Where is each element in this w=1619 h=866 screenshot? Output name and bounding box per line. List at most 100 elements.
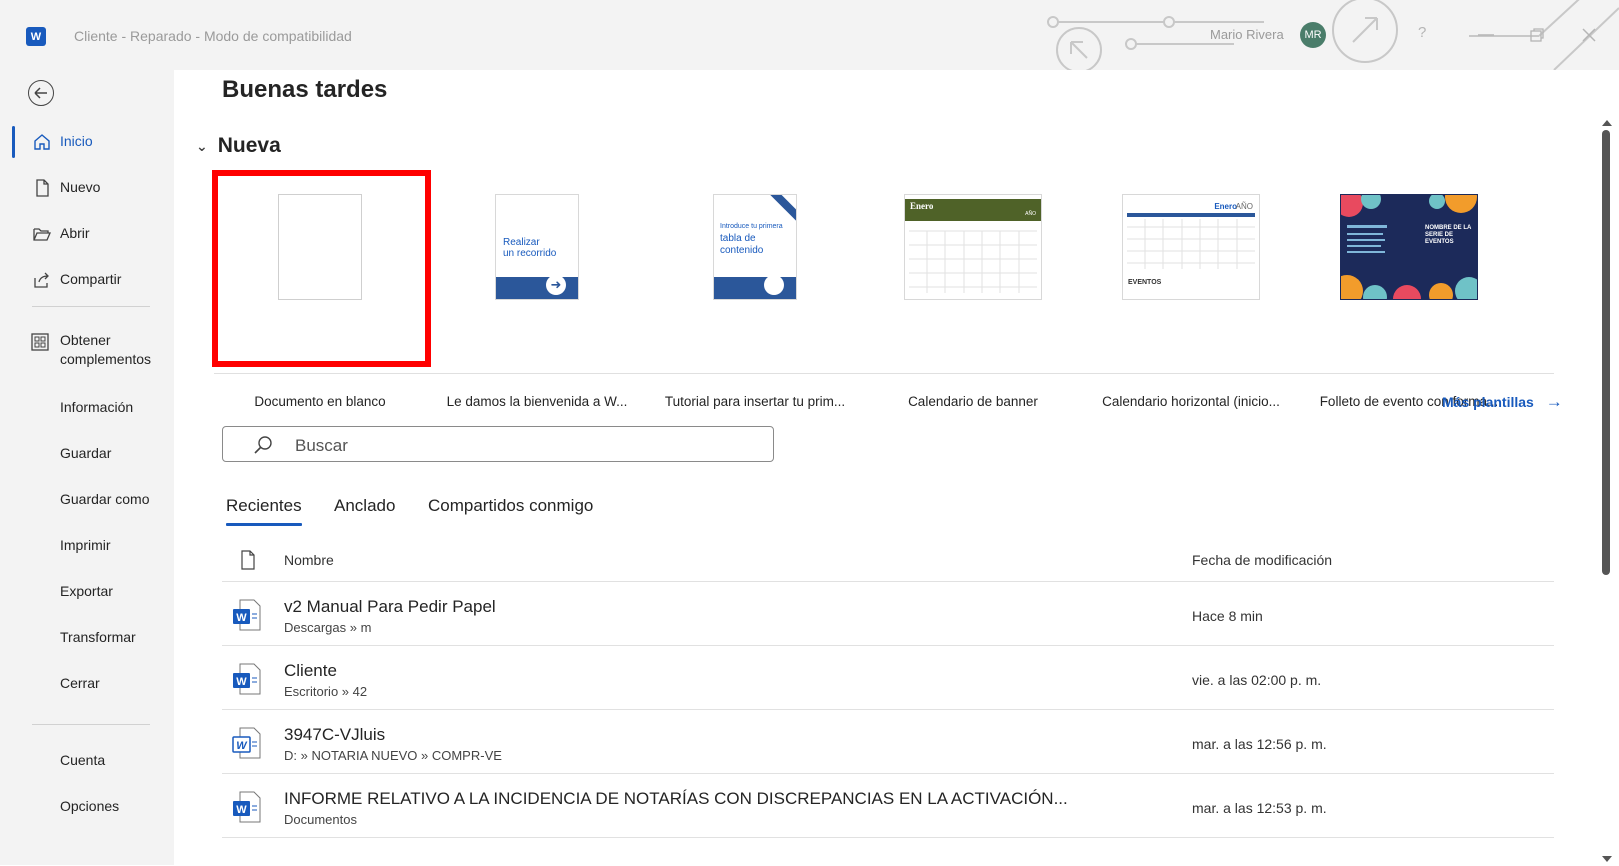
template-thumbnail: Enero AÑO EVENTOS [1122, 194, 1260, 300]
word-file-icon: W [233, 599, 261, 631]
sidebar-item-label: Opciones [60, 798, 120, 814]
template-thumbnail: NOMBRE DE LA SERIE DE EVENTOS [1340, 194, 1478, 300]
tab-compartidos-conmigo[interactable]: Compartidos conmigo [428, 496, 593, 516]
file-name: INFORME RELATIVO A LA INCIDENCIA DE NOTA… [284, 789, 1068, 808]
search-placeholder: Buscar [295, 436, 348, 455]
file-path: D: » NOTARIA NUEVO » COMPR-VE [284, 748, 502, 763]
tab-anclado[interactable]: Anclado [334, 496, 395, 516]
minimize-icon[interactable] [1478, 33, 1494, 37]
sidebar-item-label: Guardar [60, 445, 112, 461]
sidebar-item-label: Información [60, 399, 134, 415]
thumbnail-band [496, 277, 578, 299]
scrollbar-thumb[interactable] [1602, 130, 1610, 575]
sidebar-item-guardar-como[interactable]: Guardar como [0, 480, 174, 520]
template-thumbnail: Enero AÑO [904, 194, 1042, 300]
search-box[interactable]: Buscar [222, 426, 774, 462]
share-icon [34, 272, 49, 288]
sidebar-item-transformar[interactable]: Transformar [0, 618, 174, 658]
template-name: Calendario de banner [908, 394, 1038, 409]
sidebar-item-label: Inicio [60, 133, 93, 149]
help-button[interactable]: ? [1418, 24, 1426, 41]
file-row[interactable]: W INFORME RELATIVO A LA INCIDENCIA DE NO… [222, 773, 1554, 838]
restore-icon[interactable] [1530, 28, 1544, 42]
sidebar-item-label: Nuevo [60, 179, 101, 195]
sidebar-item-label: Transformar [60, 629, 136, 645]
sidebar-item-label: Exportar [60, 583, 113, 599]
svg-text:W: W [236, 612, 247, 624]
main-content: Buenas tardes ⌄ Nueva Documento en blanco… [174, 70, 1598, 865]
addins-icon [31, 333, 49, 351]
template-horizontal-calendar[interactable]: Enero AÑO EVENTOS Calendario horizontal … [1091, 194, 1291, 409]
file-row[interactable]: W 3947C-VJluis D: » NOTARIA NUEVO » COMP… [222, 709, 1554, 774]
vertical-scrollbar[interactable] [1598, 70, 1619, 865]
sidebar-divider [32, 306, 150, 307]
highlight-box [212, 170, 431, 367]
column-header-name[interactable]: Nombre [284, 552, 334, 568]
search-icon [254, 436, 272, 454]
greeting-heading: Buenas tardes [222, 76, 388, 103]
more-templates-link[interactable]: Más plantillas → [1442, 392, 1563, 412]
sidebar-item-obtener-complementos[interactable]: Obtener complementos [0, 326, 174, 374]
sidebar-item-inicio[interactable]: Inicio [0, 122, 174, 162]
file-path: Descargas » m [284, 620, 372, 635]
document-icon [241, 550, 255, 570]
sidebar-item-label: Compartir [60, 271, 122, 287]
calendar-year: AÑO [1235, 202, 1253, 211]
column-header-date[interactable]: Fecha de modificación [1192, 552, 1332, 568]
template-name: Calendario horizontal (inicio... [1102, 394, 1280, 409]
file-row[interactable]: W v2 Manual Para Pedir Papel Descargas »… [222, 581, 1554, 646]
sidebar-item-cuenta[interactable]: Cuenta [0, 741, 174, 781]
title-bar: W Cliente - Reparado - Modo de compatibi… [0, 0, 1619, 70]
section-title: Nueva [217, 134, 281, 157]
calendar-header-band [1127, 213, 1255, 217]
template-thumbnail: Introduce tu primera tabla de contenido [713, 194, 797, 300]
file-name: v2 Manual Para Pedir Papel [284, 597, 496, 616]
template-banner-calendar[interactable]: Enero AÑO Calendario de banner [873, 194, 1073, 409]
calendar-events-label: EVENTOS [1128, 279, 1162, 286]
template-toc-tutorial[interactable]: Introduce tu primera tabla de contenido … [655, 194, 855, 409]
sidebar-item-label: Obtener [60, 332, 111, 348]
toc-icon [764, 275, 784, 295]
sidebar-item-opciones[interactable]: Opciones [0, 787, 174, 827]
word-file-icon: W [233, 791, 261, 823]
tab-recientes[interactable]: Recientes [226, 496, 302, 526]
sidebar-item-exportar[interactable]: Exportar [0, 572, 174, 612]
scroll-up-icon[interactable] [1602, 118, 1612, 126]
calendar-year: AÑO [1025, 211, 1036, 217]
thumbnail-text: Realizar un recorrido [503, 237, 557, 259]
folder-open-icon [33, 228, 51, 241]
sidebar-item-compartir[interactable]: Compartir [0, 260, 174, 300]
template-welcome[interactable]: Realizar un recorrido ➜ Le damos la bien… [437, 194, 637, 409]
flyer-shapes [1341, 195, 1477, 299]
new-section-toggle[interactable]: ⌄ Nueva [196, 134, 281, 158]
section-divider [214, 373, 1554, 374]
file-row[interactable] [222, 837, 1554, 866]
sidebar-item-label: Abrir [60, 225, 90, 241]
more-templates-label: Más plantillas [1442, 394, 1534, 410]
sidebar-item-imprimir[interactable]: Imprimir [0, 526, 174, 566]
sidebar-item-label: Imprimir [60, 537, 111, 553]
user-avatar[interactable]: MR [1300, 22, 1326, 48]
file-date: mar. a las 12:56 p. m. [1192, 736, 1327, 752]
corner-ribbon [769, 195, 796, 222]
user-name[interactable]: Mario Rivera [1210, 27, 1284, 42]
template-thumbnail: Realizar un recorrido ➜ [495, 194, 579, 300]
sidebar-item-guardar[interactable]: Guardar [0, 434, 174, 474]
sidebar-item-cerrar[interactable]: Cerrar [0, 664, 174, 704]
sidebar-item-label: Guardar como [60, 491, 150, 507]
sidebar-item-label: Cerrar [60, 675, 100, 691]
sidebar-item-label: complementos [60, 351, 152, 367]
arrow-right-icon: → [1545, 392, 1563, 411]
file-path: Documentos [284, 812, 357, 827]
thumbnail-text: contenido [720, 245, 764, 256]
thumbnail-text: tabla de [720, 233, 756, 244]
template-event-flyer[interactable]: NOMBRE DE LA SERIE DE EVENTOS Folleto de… [1309, 194, 1509, 409]
scroll-down-icon[interactable] [1602, 856, 1612, 864]
sidebar-item-nuevo[interactable]: Nuevo [0, 168, 174, 208]
close-icon[interactable] [1582, 28, 1596, 42]
file-row[interactable]: W Cliente Escritorio » 42 vie. a las 02:… [222, 645, 1554, 710]
calendar-grid [1127, 219, 1255, 269]
sidebar-item-abrir[interactable]: Abrir [0, 214, 174, 254]
sidebar-item-informacion[interactable]: Información [0, 388, 174, 428]
back-button[interactable] [28, 80, 54, 106]
